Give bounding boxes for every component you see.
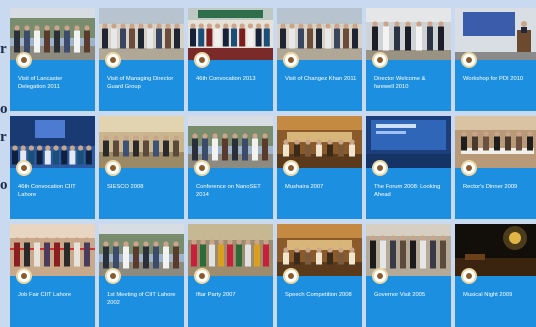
college-badge-icon (372, 160, 388, 176)
gallery-card-title[interactable]: Rector's Dinner 2009 (463, 183, 536, 191)
college-badge-icon (283, 268, 299, 284)
college-badge-icon (105, 52, 121, 68)
gallery-grid: Visit of Lancaster Delegation 2011 Visit… (10, 8, 536, 327)
college-badge-icon (283, 52, 299, 68)
gallery-card-title[interactable]: Visit of Managing Director Guard Group (107, 75, 180, 91)
gallery-card[interactable]: Conference on NanoSET 2014 (188, 116, 273, 219)
gallery-card-title[interactable]: Director Welcome & farewell 2010 (374, 75, 447, 91)
gallery-card[interactable]: SIESCO 2008 (99, 116, 184, 219)
gallery-card-title[interactable]: Job Fair CIIT Lahore (18, 291, 91, 299)
gallery-card[interactable]: Workshop for PDI 2010 (455, 8, 536, 111)
gallery-card-title[interactable]: 1st Meeting of CIIT Lahore 2002 (107, 291, 180, 307)
gallery-card[interactable]: Director Welcome & farewell 2010 (366, 8, 451, 111)
college-badge-icon (461, 160, 477, 176)
gallery-card-title[interactable]: Musical Night 2009 (463, 291, 536, 299)
college-badge-icon (194, 268, 210, 284)
college-badge-icon (16, 268, 32, 284)
side-text-fragment: r (0, 129, 7, 145)
college-badge-icon (105, 268, 121, 284)
college-badge-icon (283, 160, 299, 176)
gallery-card-title[interactable]: Conference on NanoSET 2014 (196, 183, 269, 199)
gallery-card[interactable]: Visit of Lancaster Delegation 2011 (10, 8, 95, 111)
gallery-card[interactable]: 46th Convocation 2013 (188, 8, 273, 111)
gallery-card[interactable]: Musical Night 2009 (455, 224, 536, 327)
gallery-card-title[interactable]: SIESCO 2008 (107, 183, 180, 191)
side-text-fragment: r (0, 41, 7, 57)
gallery-card[interactable]: Governor Visit 2005 (366, 224, 451, 327)
gallery-card[interactable]: Visit of Changez Khan 2011 (277, 8, 362, 111)
college-badge-icon (194, 52, 210, 68)
gallery-card[interactable]: Iftar Party 2007 (188, 224, 273, 327)
gallery-card-title[interactable]: Workshop for PDI 2010 (463, 75, 536, 83)
gallery-card[interactable]: Speech Competition 2008 (277, 224, 362, 327)
gallery-card[interactable]: Mushaira 2007 (277, 116, 362, 219)
gallery-card-title[interactable]: 46th Convocation CIIT Lahore (18, 183, 91, 199)
college-badge-icon (461, 52, 477, 68)
college-badge-icon (372, 52, 388, 68)
gallery-card[interactable]: 1st Meeting of CIIT Lahore 2002 (99, 224, 184, 327)
gallery-card[interactable]: Job Fair CIIT Lahore (10, 224, 95, 327)
gallery-card[interactable]: The Forum 2008: Looking Ahead (366, 116, 451, 219)
college-badge-icon (16, 160, 32, 176)
gallery-card-title[interactable]: Mushaira 2007 (285, 183, 358, 191)
side-text-fragment: o (0, 101, 8, 117)
gallery-card[interactable]: Rector's Dinner 2009 (455, 116, 536, 219)
side-text-fragment: o (0, 177, 8, 193)
gallery-card-title[interactable]: The Forum 2008: Looking Ahead (374, 183, 447, 199)
gallery-card-title[interactable]: Speech Competition 2008 (285, 291, 358, 299)
college-badge-icon (194, 160, 210, 176)
college-badge-icon (105, 160, 121, 176)
gallery-card[interactable]: 46th Convocation CIIT Lahore (10, 116, 95, 219)
gallery-card-title[interactable]: Governor Visit 2005 (374, 291, 447, 299)
college-badge-icon (372, 268, 388, 284)
gallery-card-title[interactable]: Iftar Party 2007 (196, 291, 269, 299)
gallery-card-title[interactable]: Visit of Changez Khan 2011 (285, 75, 358, 83)
gallery-card-title[interactable]: 46th Convocation 2013 (196, 75, 269, 83)
college-badge-icon (461, 268, 477, 284)
gallery-card-title[interactable]: Visit of Lancaster Delegation 2011 (18, 75, 91, 91)
gallery-card[interactable]: Visit of Managing Director Guard Group (99, 8, 184, 111)
college-badge-icon (16, 52, 32, 68)
